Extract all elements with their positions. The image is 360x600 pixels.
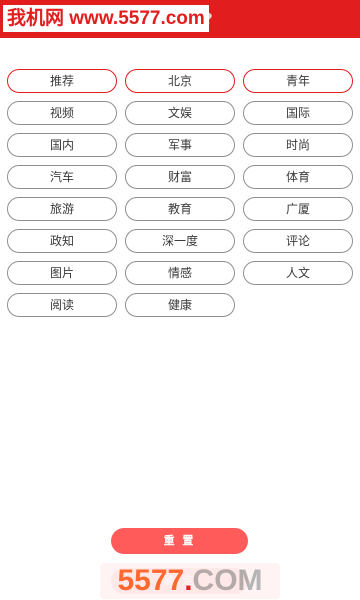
category-chip[interactable]: 体育 xyxy=(243,165,353,189)
category-chip[interactable]: 人文 xyxy=(243,261,353,285)
category-chip[interactable]: 国际 xyxy=(243,101,353,125)
category-chip[interactable]: 北京 xyxy=(125,69,235,93)
category-chip[interactable]: 深一度 xyxy=(125,229,235,253)
category-chip[interactable]: 政知 xyxy=(7,229,117,253)
category-chip[interactable]: 国内 xyxy=(7,133,117,157)
category-chip[interactable]: 文娱 xyxy=(125,101,235,125)
category-chip[interactable]: 阅读 xyxy=(7,293,117,317)
site-watermark-top: 我机网 www.5577.com xyxy=(3,5,209,32)
category-chip[interactable]: 推荐 xyxy=(7,69,117,93)
site-watermark-bottom: 5577.COM xyxy=(100,563,280,599)
category-chip[interactable]: 情感 xyxy=(125,261,235,285)
category-chip[interactable]: 广厦 xyxy=(243,197,353,221)
watermark-number: 5577 xyxy=(117,564,185,597)
category-chip[interactable]: 青年 xyxy=(243,69,353,93)
category-chip[interactable]: 旅游 xyxy=(7,197,117,221)
category-chip[interactable]: 评论 xyxy=(243,229,353,253)
category-chip[interactable]: 教育 xyxy=(125,197,235,221)
category-chip[interactable]: 图片 xyxy=(7,261,117,285)
category-chip[interactable]: 汽车 xyxy=(7,165,117,189)
category-chip[interactable]: 健康 xyxy=(125,293,235,317)
category-chip[interactable]: 财富 xyxy=(125,165,235,189)
category-chip[interactable]: 视频 xyxy=(7,101,117,125)
category-chip[interactable]: 时尚 xyxy=(243,133,353,157)
category-chip[interactable]: 军事 xyxy=(125,133,235,157)
watermark-com: COM xyxy=(192,564,263,597)
reset-button[interactable]: 重 置 xyxy=(111,528,248,554)
category-grid: 推荐 北京 青年视频 文娱 国际国内 军事 时尚汽车 财富 体育旅游 教育 广厦政知 深一度 评论图片情… xyxy=(7,69,353,317)
watermark-dot: . xyxy=(184,564,193,597)
